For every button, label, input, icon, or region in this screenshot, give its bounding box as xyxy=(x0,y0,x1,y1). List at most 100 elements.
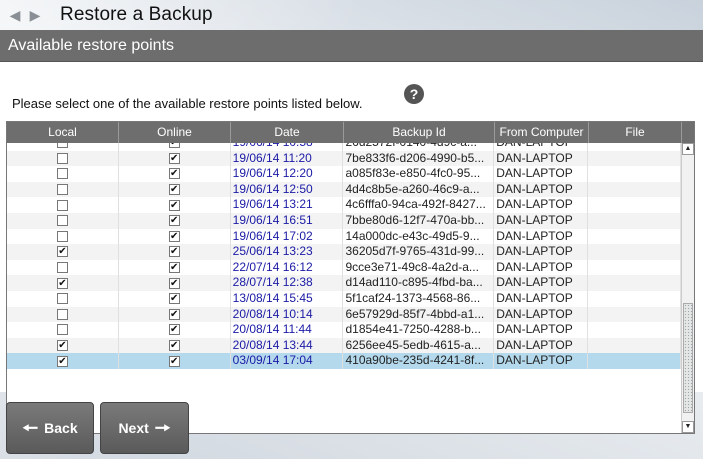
online-checkbox[interactable]: ✔ xyxy=(168,168,180,180)
back-button[interactable]: 🠔 Back xyxy=(6,402,94,454)
online-checkbox[interactable]: ✔ xyxy=(168,293,180,305)
file-cell xyxy=(588,244,681,260)
local-checkbox[interactable]: ✔ xyxy=(56,355,68,367)
date-cell: 19/06/14 10:58 xyxy=(231,143,344,151)
file-cell xyxy=(588,197,681,213)
local-checkbox[interactable] xyxy=(56,308,68,320)
file-cell xyxy=(588,275,681,291)
online-checkbox[interactable]: ✔ xyxy=(168,199,180,211)
window-title: Restore a Backup xyxy=(60,4,213,25)
online-cell: ✔ xyxy=(119,197,231,213)
scrollbar-thumb[interactable] xyxy=(683,303,693,413)
back-button-label: Back xyxy=(44,420,78,436)
online-checkbox[interactable]: ✔ xyxy=(168,246,180,258)
backup-id-cell: 9cce3e71-49c8-4a2d-a... xyxy=(343,259,495,276)
column-header-spacer xyxy=(682,122,694,143)
file-cell xyxy=(588,150,681,167)
table-row[interactable]: ✔ ✔ 03/09/14 17:04 410a90be-235d-4241-8f...… xyxy=(7,353,681,369)
table-row[interactable]: ✔ ✔ 20/08/14 13:44 6256ee45-5edb-4615-a... D… xyxy=(7,337,681,354)
computer-cell: DAN-LAPTOP xyxy=(494,275,589,291)
file-cell xyxy=(588,259,681,276)
table-body[interactable]: ✔19/06/14 10:5826d2572f-0140-4d9c-a...DA… xyxy=(7,143,681,433)
next-button[interactable]: Next 🠖 xyxy=(100,402,189,454)
online-checkbox[interactable]: ✔ xyxy=(168,308,180,320)
table-row[interactable]: ✔ ✔ 25/06/14 13:23 36205d7f-9765-431d-99...… xyxy=(7,244,681,260)
online-checkbox[interactable]: ✔ xyxy=(168,215,180,227)
arrow-left-icon: 🠔 xyxy=(22,418,39,438)
column-header-online[interactable]: Online xyxy=(119,122,231,143)
backup-id-cell: d14ad110-c895-4fbd-ba... xyxy=(343,275,495,291)
computer-cell: DAN-LAPTOP xyxy=(494,197,589,213)
local-cell xyxy=(7,197,119,213)
online-checkbox[interactable]: ✔ xyxy=(168,355,180,367)
online-checkbox[interactable]: ✔ xyxy=(168,152,180,164)
local-checkbox[interactable]: ✔ xyxy=(56,246,68,258)
arrow-right-icon[interactable]: ▶ xyxy=(28,8,42,22)
file-cell xyxy=(588,353,681,369)
table-row[interactable]: ✔ 20/08/14 10:14 6e57929d-85f7-4bbd-a1... D… xyxy=(7,306,681,323)
table-row[interactable]: ✔ 19/06/14 16:51 7bbe80d6-12f7-470a-bb... D… xyxy=(7,212,681,229)
date-cell: 20/08/14 13:44 xyxy=(231,337,344,354)
computer-cell: DAN-LAPTOP xyxy=(494,244,589,260)
arrow-left-icon[interactable]: ◀ xyxy=(8,8,22,22)
local-checkbox[interactable] xyxy=(56,324,68,336)
local-cell xyxy=(7,306,119,323)
table-rows: ✔19/06/14 10:5826d2572f-0140-4d9c-a...DA… xyxy=(7,143,681,369)
table-header: Local Online Date Backup Id From Compute… xyxy=(7,122,694,143)
local-checkbox[interactable] xyxy=(56,293,68,305)
online-checkbox[interactable]: ✔ xyxy=(168,143,180,149)
date-cell: 25/06/14 13:23 xyxy=(231,244,344,260)
file-cell xyxy=(588,143,681,151)
table-row[interactable]: ✔ 19/06/14 13:21 4c6fffa0-94ca-492f-8427..… xyxy=(7,197,681,213)
table-row[interactable]: ✔ 19/06/14 12:50 4d4c8b5e-a260-46c9-a... DA… xyxy=(7,181,681,198)
online-checkbox[interactable]: ✔ xyxy=(168,277,180,289)
local-checkbox[interactable] xyxy=(56,262,68,274)
local-cell xyxy=(7,166,119,182)
online-checkbox[interactable]: ✔ xyxy=(168,230,180,242)
column-header-backup-id[interactable]: Backup Id xyxy=(344,122,495,143)
local-checkbox[interactable]: ✔ xyxy=(56,277,68,289)
table-row[interactable]: ✔ 19/06/14 12:20 a085f83e-e850-4fc0-95... D… xyxy=(7,166,681,182)
local-cell xyxy=(7,212,119,229)
table-row[interactable]: ✔ 22/07/14 16:12 9cce3e71-49c8-4a2d-a... DA… xyxy=(7,259,681,276)
online-checkbox[interactable]: ✔ xyxy=(168,184,180,196)
file-cell xyxy=(588,290,681,307)
online-checkbox[interactable]: ✔ xyxy=(168,262,180,274)
computer-cell: DAN-LAPTOP xyxy=(494,337,589,354)
table-row[interactable]: ✔ ✔ 28/07/14 12:38 d14ad110-c895-4fbd-ba...… xyxy=(7,275,681,291)
file-cell xyxy=(588,337,681,354)
vertical-scrollbar[interactable]: ▲ ▼ xyxy=(681,143,694,433)
table-row[interactable]: ✔ 19/06/14 10:5826d2572f-0140-4d9c-a...DA… xyxy=(7,143,681,151)
column-header-from-computer[interactable]: From Computer xyxy=(495,122,589,143)
scroll-up-icon[interactable]: ▲ xyxy=(682,143,694,155)
backup-id-cell: 6e57929d-85f7-4bbd-a1... xyxy=(343,306,495,323)
online-cell: ✔ xyxy=(119,166,231,182)
local-checkbox[interactable] xyxy=(56,184,68,196)
column-header-file[interactable]: File xyxy=(589,122,682,143)
backup-id-cell: 36205d7f-9765-431d-99... xyxy=(343,244,495,260)
local-checkbox[interactable] xyxy=(56,215,68,227)
backup-id-cell: 5f1caf24-1373-4568-86... xyxy=(343,290,495,307)
local-checkbox[interactable] xyxy=(56,143,68,149)
online-checkbox[interactable]: ✔ xyxy=(168,340,180,352)
local-checkbox[interactable] xyxy=(56,199,68,211)
scroll-down-icon[interactable]: ▼ xyxy=(682,421,694,433)
computer-cell: DAN-LAPTOP xyxy=(494,150,589,167)
local-checkbox[interactable]: ✔ xyxy=(56,340,68,352)
local-checkbox[interactable] xyxy=(56,152,68,164)
table-row[interactable]: ✔ 13/08/14 15:45 5f1caf24-1373-4568-86... D… xyxy=(7,290,681,307)
date-cell: 22/07/14 16:12 xyxy=(231,259,344,276)
table-row[interactable]: ✔ 19/06/14 17:02 14a000dc-e43c-49d5-9... DA… xyxy=(7,228,681,245)
table-row[interactable]: ✔ 19/06/14 11:20 7be833f6-d206-4990-b5... D… xyxy=(7,150,681,167)
column-header-local[interactable]: Local xyxy=(7,122,119,143)
date-cell: 03/09/14 17:04 xyxy=(231,353,344,369)
help-icon[interactable]: ? xyxy=(404,84,424,104)
table-row[interactable]: ✔ 20/08/14 11:44 d1854e41-7250-4288-b... DA… xyxy=(7,322,681,338)
computer-cell: DAN-LAPTOP xyxy=(494,228,589,245)
local-checkbox[interactable] xyxy=(56,230,68,242)
local-checkbox[interactable] xyxy=(56,168,68,180)
column-header-date[interactable]: Date xyxy=(231,122,344,143)
online-checkbox[interactable]: ✔ xyxy=(168,324,180,336)
local-cell xyxy=(7,143,119,151)
online-cell: ✔ xyxy=(119,143,231,151)
